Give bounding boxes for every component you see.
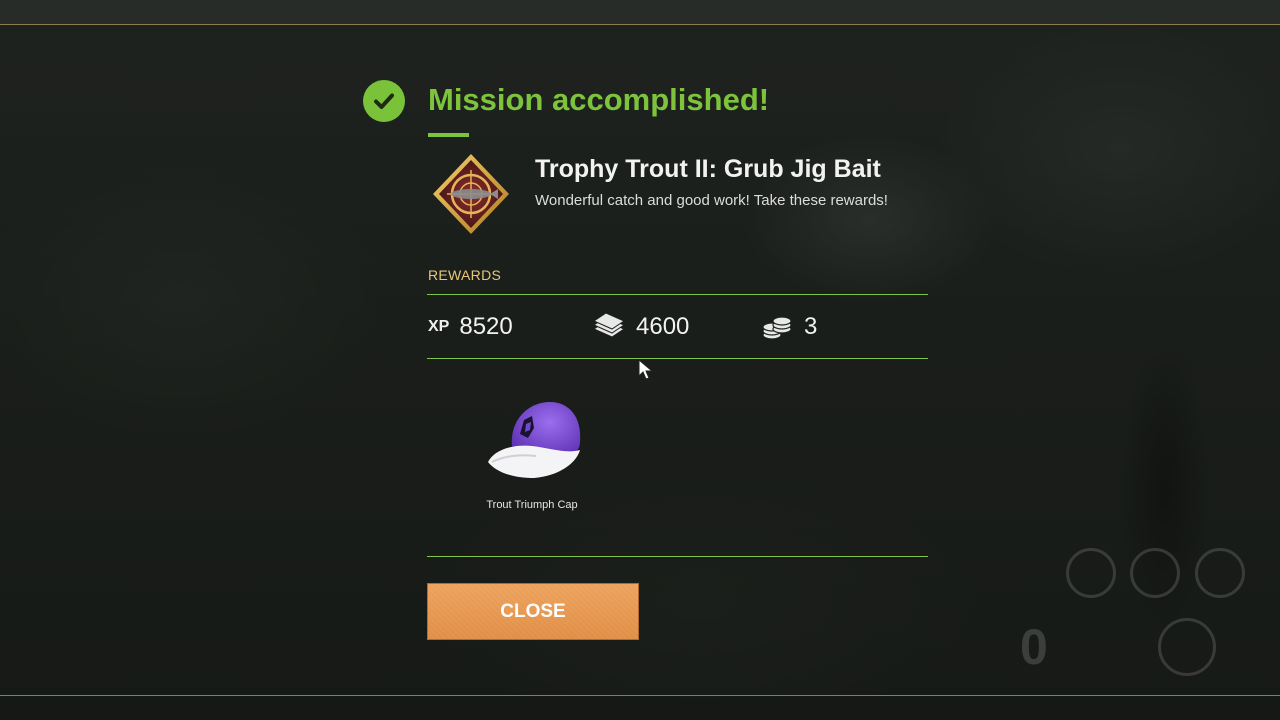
coins-icon: [762, 316, 792, 340]
cap-item-icon[interactable]: [484, 398, 584, 480]
reward-xp: XP 8520: [428, 311, 513, 343]
top-hud-bar: [0, 0, 1280, 25]
hud-gauge-icon: [1066, 548, 1116, 598]
divider: [427, 294, 928, 295]
rewards-label: REWARDS: [428, 267, 502, 283]
bottom-hud-bar: [0, 695, 1280, 720]
hud-reel-icon: [1158, 618, 1216, 676]
divider: [427, 556, 928, 557]
cash-icon: [592, 313, 626, 338]
item-name: Trout Triumph Cap: [486, 499, 578, 511]
mission-description: Wonderful catch and good work! Take thes…: [535, 192, 888, 209]
hud-gauge-icon: [1195, 548, 1245, 598]
hud-counter: 0: [1020, 619, 1048, 675]
title-underline: [428, 133, 469, 137]
cursor-icon: [638, 359, 654, 380]
hud-gauge-icon: [1130, 548, 1180, 598]
mission-name: Trophy Trout II: Grub Jig Bait: [535, 155, 881, 183]
dialog-title: Mission accomplished!: [428, 82, 770, 117]
reward-money: 4600: [592, 311, 689, 343]
xp-icon: XP: [428, 318, 450, 335]
reward-money-value: 4600: [636, 313, 690, 340]
close-button[interactable]: CLOSE: [427, 583, 639, 640]
divider: [427, 358, 928, 359]
reward-xp-value: 8520: [459, 313, 513, 340]
reward-coins-value: 3: [804, 313, 818, 340]
reward-coins: 3: [762, 311, 817, 343]
mission-badge-icon: [433, 154, 509, 234]
check-circle-icon: [363, 80, 405, 122]
